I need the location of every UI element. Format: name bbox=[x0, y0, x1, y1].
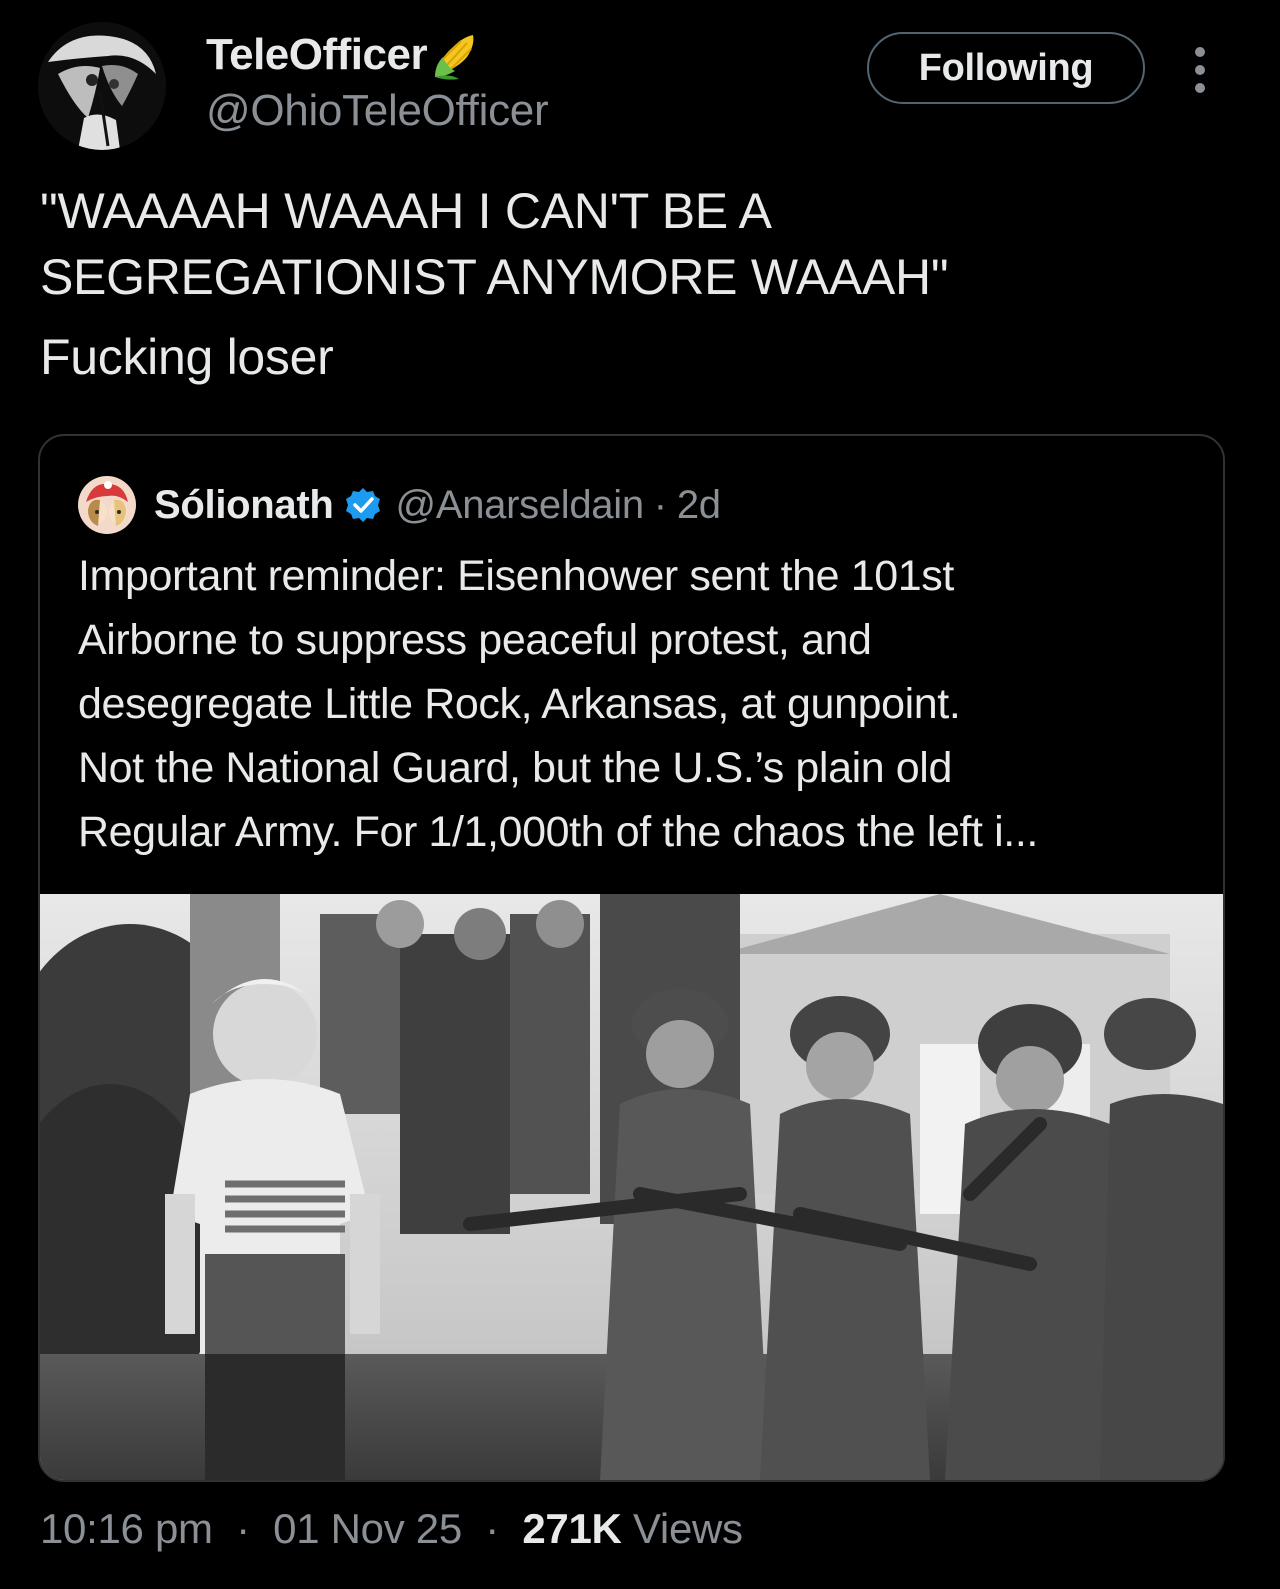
photo-image bbox=[40, 894, 1223, 1480]
separator-dot: · bbox=[485, 1505, 499, 1552]
tweet-date[interactable]: 01 Nov 25 bbox=[273, 1505, 462, 1552]
quoted-author-handle[interactable]: @Anarseldain bbox=[396, 483, 645, 528]
tweet-text: "WAAAAH WAAAH I CAN'T BE A SEGREGATIONIS… bbox=[40, 178, 1230, 390]
quoted-tweet-text-line: Regular Army. For 1/1,000th of the chaos… bbox=[78, 808, 1038, 856]
tweet-time[interactable]: 10:16 pm bbox=[40, 1505, 213, 1552]
author-handle[interactable]: @OhioTeleOfficer bbox=[206, 84, 549, 138]
author-avatar[interactable] bbox=[38, 22, 166, 150]
views-count[interactable]: 271K bbox=[522, 1505, 622, 1552]
quoted-author-display-name[interactable]: Sólionath bbox=[154, 483, 334, 528]
corn-icon bbox=[431, 29, 483, 81]
tweet-text-line: Fucking loser bbox=[40, 329, 334, 385]
author-display-name-text: TeleOfficer bbox=[206, 30, 428, 79]
tweet-text-line: SEGREGATIONIST ANYMORE WAAAH" bbox=[40, 249, 949, 305]
more-vertical-icon[interactable] bbox=[1182, 44, 1218, 96]
views-label: Views bbox=[632, 1505, 743, 1552]
quoted-tweet-text: Important reminder: Eisenhower sent the … bbox=[78, 544, 1198, 864]
quoted-tweet-photo[interactable] bbox=[40, 894, 1223, 1480]
quoted-tweet-card[interactable]: Sólionath @Anarseldain · 2d Important re… bbox=[38, 434, 1225, 1482]
verified-badge-icon bbox=[344, 486, 382, 524]
quoted-tweet-text-line: Important reminder: Eisenhower sent the … bbox=[78, 552, 954, 600]
separator-dot: · bbox=[653, 482, 667, 527]
quoted-tweet-text-line: Airborne to suppress peaceful protest, a… bbox=[78, 616, 872, 664]
quoted-tweet-text-line: desegregate Little Rock, Arkansas, at gu… bbox=[78, 680, 961, 728]
avatar-image bbox=[38, 22, 166, 150]
following-button[interactable]: Following bbox=[867, 32, 1145, 104]
tweet-meta: 10:16 pm · 01 Nov 25 · 271K Views bbox=[40, 1500, 743, 1558]
quoted-tweet-text-line: Not the National Guard, but the U.S.’s p… bbox=[78, 744, 952, 792]
quoted-tweet-header: Sólionath @Anarseldain · 2d bbox=[78, 476, 721, 534]
quoted-tweet-timestamp[interactable]: 2d bbox=[677, 483, 721, 528]
author-display-name[interactable]: TeleOfficer bbox=[206, 28, 548, 82]
author-info: TeleOfficer @OhioTeleOfficer bbox=[206, 28, 549, 138]
separator-dot: · bbox=[236, 1505, 250, 1552]
quoted-author-avatar[interactable] bbox=[78, 476, 136, 534]
tweet-text-line: "WAAAAH WAAAH I CAN'T BE A bbox=[40, 183, 772, 239]
